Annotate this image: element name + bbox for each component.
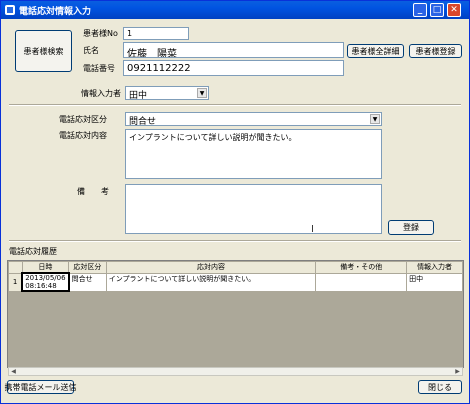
cell-entered-by[interactable]: 田中: [406, 272, 463, 292]
entered-by-label: 情報入力者: [81, 89, 121, 98]
patient-no-label: 患者様No: [83, 29, 118, 38]
history-label: 電話応対履歴: [9, 247, 57, 256]
patient-detail-button[interactable]: 患者様全詳細: [347, 44, 404, 58]
arrow-left-icon[interactable]: ◀: [9, 368, 18, 375]
app-icon: [5, 5, 15, 15]
cell-datetime[interactable]: 2013/05/06 08:16:48: [21, 272, 70, 292]
category-label: 電話応対区分: [59, 115, 107, 124]
close-window-button[interactable]: ✕: [447, 3, 461, 17]
category-value: 問合せ: [129, 117, 157, 127]
content-textarea[interactable]: インプラントについて詳しい説明が聞きたい。: [125, 129, 382, 179]
table-header-row: 日時 応対区分 応対内容 備考・その他 情報入力者: [8, 261, 463, 274]
cell-remarks[interactable]: [315, 272, 408, 292]
column-header-datetime[interactable]: 日時: [21, 261, 70, 274]
cell-date: 2013/05/06: [25, 274, 66, 282]
section-divider: [9, 104, 461, 106]
name-label: 氏名: [83, 46, 99, 55]
title-bar[interactable]: 電話応対情報入力 _ □ ✕: [1, 1, 469, 19]
horizontal-scrollbar[interactable]: ◀ ▶: [8, 367, 463, 376]
column-header-remarks[interactable]: 備考・その他: [315, 261, 408, 274]
app-window: 電話応対情報入力 _ □ ✕ 患者様検索 患者様No 1 氏名 佐藤 陽菜 電話…: [0, 0, 470, 404]
phone-field[interactable]: 0921112222: [123, 60, 344, 76]
patient-register-button[interactable]: 患者様登録: [409, 44, 462, 58]
name-field[interactable]: 佐藤 陽菜: [123, 42, 344, 58]
cell-content[interactable]: インプラントについて詳しい説明が聞きたい。: [105, 272, 317, 292]
content-label: 電話応対内容: [59, 131, 107, 140]
column-header-content[interactable]: 応対内容: [105, 261, 317, 274]
patient-no-field[interactable]: 1: [123, 27, 189, 40]
row-header-corner: [8, 261, 23, 274]
arrow-right-icon[interactable]: ▶: [453, 368, 462, 375]
history-grid[interactable]: 日時 応対区分 応対内容 備考・その他 情報入力者 1 2013/05/06 0…: [7, 260, 464, 368]
register-button[interactable]: 登録: [388, 220, 434, 235]
remarks-textarea[interactable]: [125, 184, 382, 234]
column-header-category[interactable]: 応対区分: [68, 261, 107, 274]
maximize-button[interactable]: □: [430, 3, 444, 17]
cell-time: 08:16:48: [25, 282, 57, 290]
patient-search-button[interactable]: 患者様検索: [15, 30, 72, 72]
chevron-down-icon[interactable]: ▼: [197, 88, 207, 98]
remarks-label: 備 考: [77, 187, 109, 196]
row-number[interactable]: 1: [8, 272, 23, 292]
history-table: 日時 応対区分 応対内容 備考・その他 情報入力者 1 2013/05/06 0…: [8, 261, 463, 292]
table-row[interactable]: 1 2013/05/06 08:16:48 問合せ インプラントについて詳しい説…: [8, 272, 463, 292]
column-header-entered-by[interactable]: 情報入力者: [406, 261, 463, 274]
chevron-down-icon[interactable]: ▼: [370, 114, 380, 124]
cell-category[interactable]: 問合せ: [68, 272, 107, 292]
category-select[interactable]: 問合せ ▼: [125, 112, 382, 127]
minimize-button[interactable]: _: [413, 3, 427, 17]
mobile-mail-send-button[interactable]: 携帯電話メール送信: [5, 380, 77, 394]
phone-label: 電話番号: [83, 64, 115, 73]
entered-by-value: 田中: [129, 91, 148, 101]
entered-by-select[interactable]: 田中 ▼: [125, 86, 209, 101]
close-button[interactable]: 閉じる: [418, 380, 462, 394]
section-divider: [9, 240, 461, 242]
window-title: 電話応対情報入力: [19, 7, 92, 17]
text-cursor-icon: I: [311, 224, 314, 235]
